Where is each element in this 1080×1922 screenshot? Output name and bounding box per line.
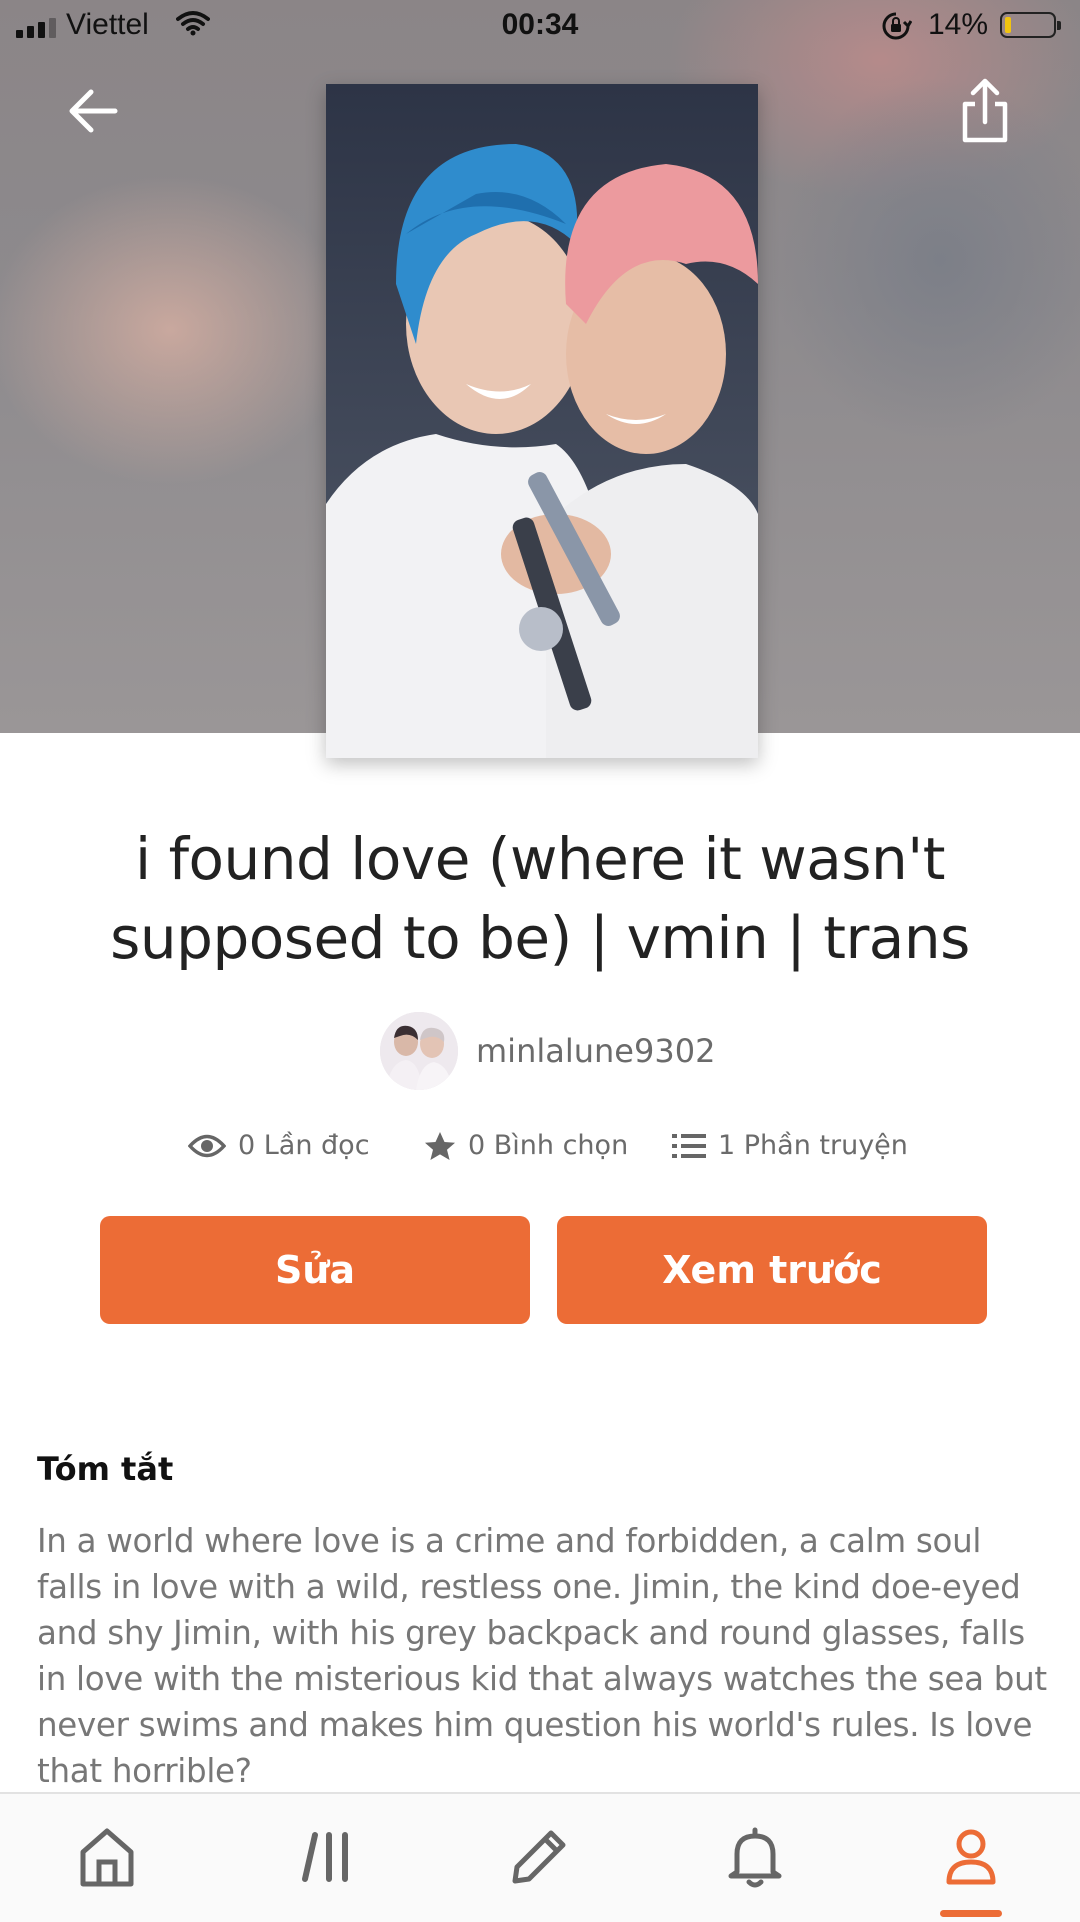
summary-heading: Tóm tắt — [37, 1450, 174, 1488]
author-avatar[interactable] — [380, 1012, 458, 1090]
battery-icon — [1000, 12, 1061, 38]
list-icon — [672, 1133, 706, 1158]
tab-browse[interactable] — [282, 1812, 372, 1902]
arrow-left-icon — [69, 89, 118, 133]
author-link[interactable]: minlalune9302 — [380, 1012, 715, 1090]
edit-button[interactable]: Sửa — [100, 1216, 530, 1324]
pencil-icon — [512, 1830, 566, 1884]
author-name[interactable]: minlalune9302 — [476, 1032, 715, 1070]
share-button[interactable] — [950, 76, 1020, 146]
story-title: i found love (where it wasn't supposed t… — [110, 825, 970, 972]
status-bar: Viettel 00:34 14% — [0, 0, 1080, 54]
parts-stat: 1 Phần truyện — [672, 1130, 908, 1161]
battery-fill — [1005, 17, 1011, 33]
home-icon — [80, 1828, 134, 1887]
bottom-tab-bar — [0, 1792, 1080, 1922]
bell-icon — [728, 1827, 782, 1888]
star-icon — [425, 1131, 455, 1160]
preview-button[interactable]: Xem trước — [557, 1216, 987, 1324]
reads-stat: 0 Lần đọc — [188, 1130, 370, 1161]
tab-home[interactable] — [62, 1812, 152, 1902]
story-stats: 0 Lần đọc 0 Bình chọn 1 Phần truyện — [0, 1130, 1080, 1176]
back-button[interactable] — [58, 76, 128, 146]
votes-stat: 0 Bình chọn — [424, 1130, 628, 1161]
tab-write[interactable] — [494, 1812, 584, 1902]
votes-count: 0 Bình chọn — [468, 1130, 629, 1161]
clock: 00:34 — [501, 8, 579, 41]
share-icon — [962, 78, 1008, 143]
battery-percent: 14% — [928, 8, 989, 41]
tab-profile[interactable] — [926, 1812, 1016, 1902]
profile-icon — [946, 1829, 996, 1885]
active-tab-indicator — [940, 1910, 1002, 1917]
parts-count: 1 Phần truyện — [718, 1130, 908, 1161]
tab-notifications[interactable] — [710, 1812, 800, 1902]
rotation-lock-icon — [882, 12, 912, 40]
summary-text: In a world where love is a crime and for… — [37, 1522, 1047, 1790]
browse-icon — [302, 1832, 348, 1882]
eye-icon — [188, 1134, 226, 1157]
story-cover-image[interactable] — [326, 84, 758, 758]
reads-count: 0 Lần đọc — [238, 1130, 370, 1161]
